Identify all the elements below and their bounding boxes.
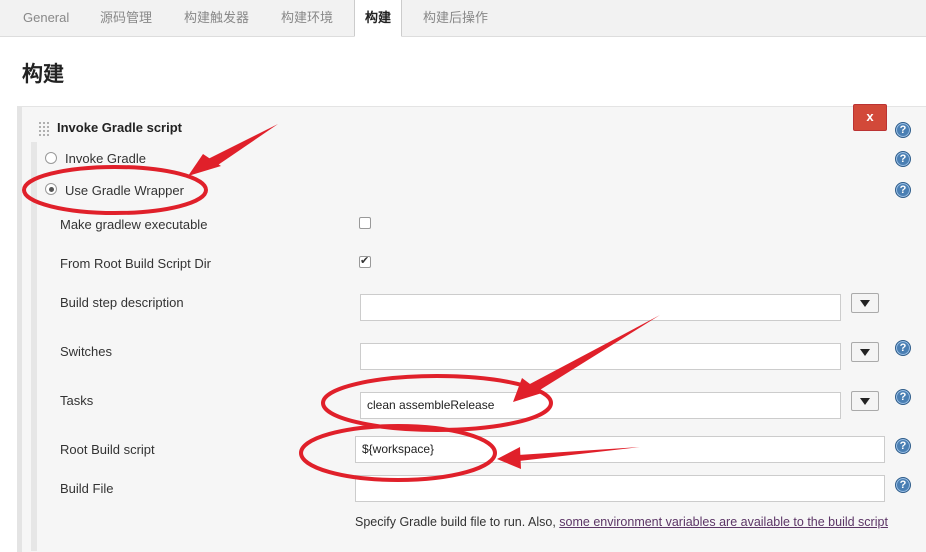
build-file-help-prefix: Specify Gradle build file to run. Also, — [355, 515, 560, 529]
switches-label: Switches — [60, 344, 113, 359]
use-gradle-wrapper-radio[interactable] — [45, 183, 57, 195]
invoke-gradle-radio[interactable] — [45, 152, 57, 164]
help-icon[interactable]: ? — [895, 151, 911, 167]
build-step-inner-border — [31, 142, 37, 551]
tasks-input[interactable]: clean assembleRelease — [360, 392, 841, 419]
make-executable-label: Make gradlew executable — [60, 217, 208, 232]
tab-source-control[interactable]: 源码管理 — [100, 0, 152, 36]
section-title: 构建 — [22, 63, 64, 86]
help-icon[interactable]: ? — [895, 477, 911, 493]
root-build-script-label: Root Build script — [60, 442, 155, 457]
tab-build-environment[interactable]: 构建环境 — [281, 0, 333, 36]
drag-handle-icon[interactable] — [38, 121, 50, 137]
help-icon[interactable]: ? — [895, 182, 911, 198]
check-icon: ✔ — [360, 255, 370, 267]
help-icon[interactable]: ? — [895, 389, 911, 405]
expand-textarea-button[interactable] — [851, 293, 879, 313]
build-step-title: Invoke Gradle script — [57, 120, 182, 135]
help-icon[interactable]: ? — [895, 122, 911, 138]
expand-textarea-button[interactable] — [851, 391, 879, 411]
tasks-label: Tasks — [60, 393, 94, 408]
help-icon[interactable]: ? — [895, 340, 911, 356]
environment-variables-link[interactable]: some environment variables are available… — [559, 515, 888, 529]
invoke-gradle-label: Invoke Gradle — [65, 151, 146, 166]
tab-post-build-actions[interactable]: 构建后操作 — [423, 0, 488, 36]
tab-general[interactable]: General — [23, 0, 69, 36]
tab-build-triggers[interactable]: 构建触发器 — [184, 0, 249, 36]
switches-input[interactable] — [360, 343, 841, 370]
from-root-dir-checkbox[interactable]: ✔ — [359, 255, 371, 268]
make-executable-checkbox[interactable] — [359, 217, 371, 229]
build-step-description-input[interactable] — [360, 294, 841, 321]
build-step-description-label: Build step description — [60, 295, 184, 310]
root-build-script-input[interactable]: ${workspace} — [355, 436, 885, 463]
delete-step-button[interactable]: x — [853, 104, 887, 131]
tab-build[interactable]: 构建 — [354, 0, 403, 37]
from-root-dir-label: From Root Build Script Dir — [60, 256, 211, 271]
expand-textarea-button[interactable] — [851, 342, 879, 362]
use-gradle-wrapper-label: Use Gradle Wrapper — [65, 183, 184, 198]
help-icon[interactable]: ? — [895, 438, 911, 454]
build-file-help-text: Specify Gradle build file to run. Also, … — [355, 513, 895, 531]
build-file-label: Build File — [60, 481, 114, 496]
tab-bar: General 源码管理 构建触发器 构建环境 构建 构建后操作 — [0, 0, 926, 37]
build-file-input[interactable] — [355, 475, 885, 502]
